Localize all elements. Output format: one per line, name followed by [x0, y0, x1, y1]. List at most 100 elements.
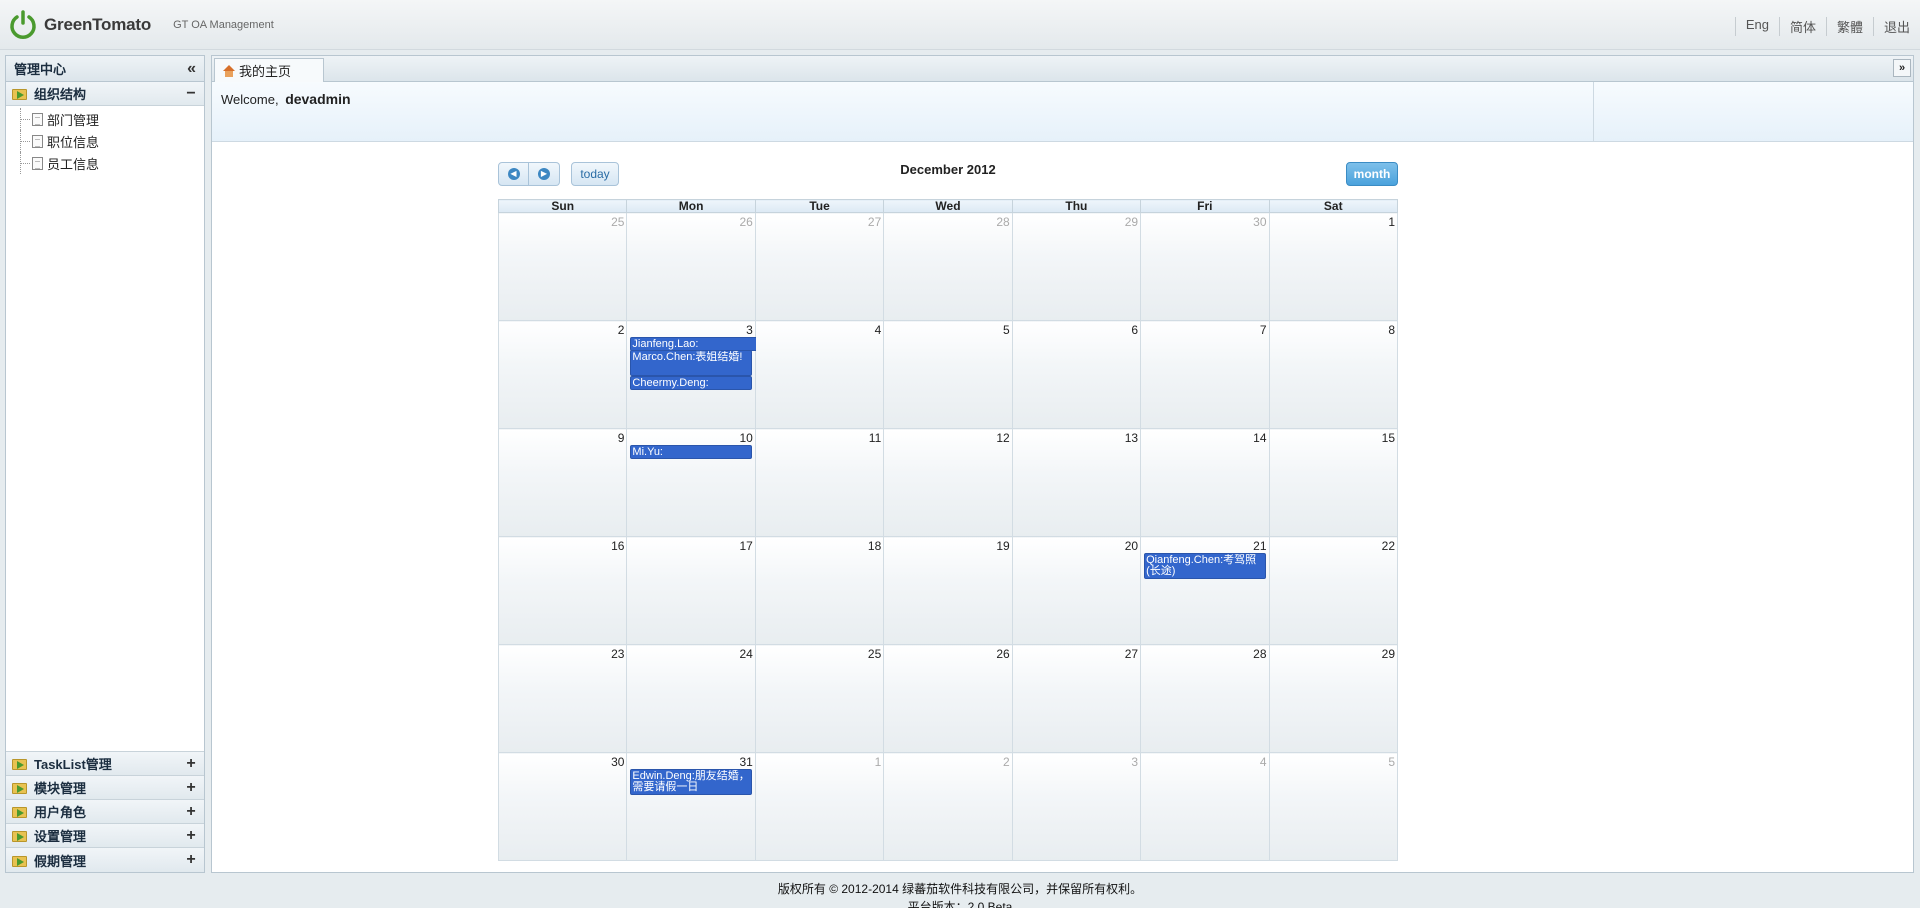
day-cell[interactable]: 8	[1268, 320, 1399, 429]
calendar-event[interactable]: Qianfeng.Chen:考驾照(长途)	[1144, 553, 1266, 579]
lang-traditional-link[interactable]: 繁體	[1825, 17, 1873, 36]
accordion-settings[interactable]: 设置管理 +	[6, 824, 204, 848]
weekday-fri: Fri	[1140, 199, 1270, 213]
day-cell[interactable]: 26	[883, 644, 1013, 753]
document-icon	[32, 156, 43, 170]
tree-item-label: 部门管理	[47, 112, 100, 128]
calendar-event[interactable]: Edwin.Deng:朋友结婚，需要请假一日	[630, 769, 752, 795]
accordion-holidays[interactable]: 假期管理 +	[6, 848, 204, 872]
accordion-user-roles[interactable]: 用户角色 +	[6, 800, 204, 824]
day-cell[interactable]: 16	[497, 536, 628, 645]
day-cell[interactable]: 30	[1140, 212, 1270, 321]
plus-icon[interactable]: +	[184, 779, 198, 797]
logout-link[interactable]: 退出	[1872, 17, 1910, 36]
plus-icon[interactable]: +	[184, 827, 198, 845]
welcome-message: Welcome, devadmin	[221, 91, 351, 107]
day-cell[interactable]: 27	[754, 212, 885, 321]
plus-icon[interactable]: +	[184, 803, 198, 821]
calendar-event[interactable]: Marco.Chen:表姐结婚!	[630, 350, 752, 376]
month-view-button[interactable]: month	[1346, 162, 1398, 186]
chevron-down-icon[interactable]: »	[1893, 59, 1911, 77]
copyright-text: 版权所有 © 2012-2014 绿蕃茄软件科技有限公司，并保留所有权利。	[777, 882, 1143, 896]
day-cell[interactable]: 25	[754, 644, 885, 753]
tree-item-positions[interactable]: 职位信息	[6, 130, 204, 152]
day-cell[interactable]: 27	[1011, 644, 1142, 753]
day-number: 30	[611, 755, 625, 769]
calendar-week-row: 9 10 Mi.Yu: 11 12 13 14 15	[497, 428, 1399, 537]
plus-icon[interactable]: +	[184, 755, 198, 773]
day-cell[interactable]: 3 Jianfeng.Lao: Marco.Chen:表姐结婚! Cheermy.De…	[626, 320, 881, 429]
lang-english-link[interactable]: Eng	[1734, 17, 1779, 36]
day-number: 13	[1124, 431, 1139, 445]
day-cell[interactable]: 11	[754, 428, 885, 537]
day-cell[interactable]: 18	[754, 536, 885, 645]
day-cell[interactable]: 26	[626, 212, 756, 321]
accordion-label: 组织结构	[34, 87, 87, 102]
day-cell[interactable]: 28	[1140, 644, 1270, 753]
version-text: 平台版本：2.0 Beta	[907, 900, 1013, 908]
lang-simplified-link[interactable]: 简体	[1778, 17, 1826, 36]
username: devadmin	[285, 91, 351, 107]
main-panel: 我的主页 » Welcome, devadmin ◀ ▶ today Decem…	[211, 55, 1914, 873]
day-number: 1	[1388, 215, 1395, 229]
day-cell[interactable]: 2	[497, 320, 628, 429]
day-number: 2	[617, 323, 625, 337]
day-cell[interactable]: 23	[497, 644, 628, 753]
minus-icon[interactable]: −	[184, 85, 198, 103]
day-cell[interactable]: 9	[497, 428, 628, 537]
day-cell[interactable]: 24	[626, 644, 756, 753]
weekday-tue: Tue	[754, 199, 885, 213]
day-cell[interactable]: 5	[1268, 752, 1399, 861]
accordion-modules[interactable]: 模块管理 +	[6, 776, 204, 800]
plus-icon[interactable]: +	[184, 851, 198, 869]
sidebar: 管理中心 « 组织结构 − 部门管理 职位信息 员工信息 TaskList管理 …	[5, 55, 205, 873]
day-cell[interactable]: 19	[883, 536, 1013, 645]
day-cell[interactable]: 31 Edwin.Deng:朋友结婚，需要请假一日	[626, 752, 756, 861]
day-cell[interactable]: 4	[1140, 752, 1270, 861]
day-cell[interactable]: 29	[1011, 212, 1142, 321]
day-cell[interactable]: 4	[754, 320, 885, 429]
day-cell[interactable]: 7	[1140, 320, 1270, 429]
day-number: 20	[1124, 539, 1139, 553]
day-cell[interactable]: 17	[626, 536, 756, 645]
day-cell[interactable]: 25	[497, 212, 628, 321]
tree-item-employees[interactable]: 员工信息	[6, 152, 204, 174]
day-cell[interactable]: 20	[1011, 536, 1142, 645]
calendar-event[interactable]: Cheermy.Deng:	[630, 376, 752, 390]
day-number: 1	[874, 755, 882, 769]
weekday-wed: Wed	[883, 199, 1013, 213]
day-number: 5	[1003, 323, 1010, 337]
collapse-left-icon[interactable]: «	[187, 60, 196, 78]
day-number: 24	[739, 647, 753, 661]
day-cell[interactable]: 10 Mi.Yu:	[626, 428, 756, 537]
tab-home[interactable]: 我的主页	[214, 58, 324, 82]
day-cell[interactable]: 12	[883, 428, 1013, 537]
tree-item-label: 员工信息	[47, 156, 100, 172]
accordion-org-structure[interactable]: 组织结构 −	[6, 82, 204, 106]
day-cell[interactable]: 28	[883, 212, 1013, 321]
day-cell[interactable]: 3	[1011, 752, 1142, 861]
accordion-label: TaskList管理	[34, 757, 112, 772]
day-cell[interactable]: 29	[1268, 644, 1399, 753]
day-cell[interactable]: 22	[1268, 536, 1399, 645]
accordion-tasklist[interactable]: TaskList管理 +	[6, 752, 204, 776]
day-cell[interactable]: 5	[883, 320, 1013, 429]
tree-item-departments[interactable]: 部门管理	[6, 108, 204, 130]
day-cell[interactable]: 14	[1140, 428, 1270, 537]
day-cell[interactable]: 1	[1268, 212, 1399, 321]
day-cell[interactable]: 1	[754, 752, 885, 861]
logo: GreenTomato GT OA Management	[8, 9, 274, 41]
day-number: 5	[1388, 755, 1395, 769]
tab-bar: 我的主页 »	[212, 56, 1913, 82]
calendar-event[interactable]: Mi.Yu:	[630, 445, 752, 459]
calendar-week-row: 25 26 27 28 29 30 1	[497, 212, 1399, 321]
day-cell[interactable]: 21 Qianfeng.Chen:考驾照(长途)	[1140, 536, 1270, 645]
day-cell[interactable]: 6	[1011, 320, 1142, 429]
day-number: 18	[867, 539, 882, 553]
day-number: 6	[1131, 323, 1139, 337]
day-cell[interactable]: 2	[883, 752, 1013, 861]
day-cell[interactable]: 30	[497, 752, 628, 861]
day-cell[interactable]: 15	[1268, 428, 1399, 537]
brand-subtitle: GT OA Management	[173, 19, 274, 31]
day-cell[interactable]: 13	[1011, 428, 1142, 537]
